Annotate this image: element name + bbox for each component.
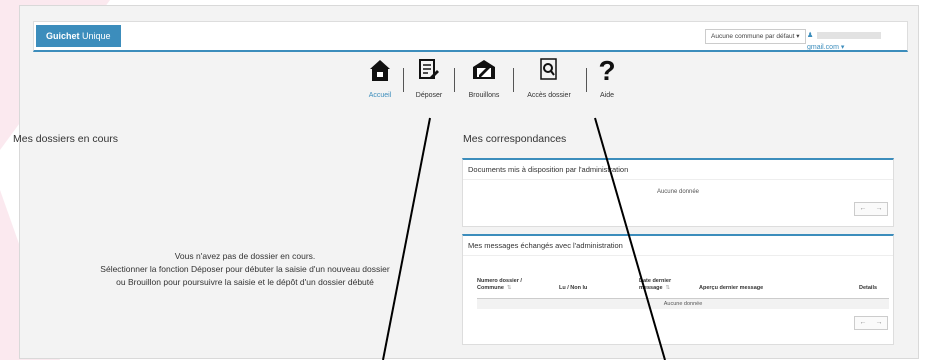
documents-panel-title: Documents mis à disposition par l'admini… <box>463 160 893 180</box>
column-header-details[interactable]: Details <box>859 285 889 292</box>
empty-dossiers-message: Vous n'avez pas de dossier en cours. Sél… <box>55 250 435 289</box>
toolbar-separator <box>586 68 587 92</box>
user-email-suffix: gmail.com <box>807 44 839 51</box>
empty-message-line: Vous n'avez pas de dossier en cours. <box>174 251 316 261</box>
column-header-apercu[interactable]: Aperçu dernier message <box>699 285 809 292</box>
section-title-dossiers: Mes dossiers en cours <box>13 133 119 145</box>
messages-panel-title: Mes messages échangés avec l'administrat… <box>463 236 893 256</box>
brand-bold: Guichet <box>46 31 80 41</box>
toolbar-acces-dossier[interactable]: Accès dossier <box>518 56 580 99</box>
question-mark-icon: ? <box>598 56 615 84</box>
toolbar-label: Accueil <box>368 92 392 99</box>
documents-no-data: Aucune donnée <box>656 189 700 195</box>
document-edit-icon <box>419 59 439 79</box>
chevron-down-icon: ▾ <box>840 44 845 51</box>
documents-panel: Documents mis à disposition par l'admini… <box>462 158 894 227</box>
messages-panel: Mes messages échangés avec l'administrat… <box>462 234 894 345</box>
messages-no-data: Aucune donnée <box>477 299 889 309</box>
toolbar-label: Brouillons <box>468 92 500 99</box>
pager-next-button[interactable]: → <box>876 317 883 329</box>
column-header-date[interactable]: Date dernier message ⇅ <box>639 278 699 292</box>
drafts-folder-icon <box>473 60 495 79</box>
user-icon: ♟ <box>807 32 814 39</box>
user-menu[interactable]: ♟ gmail.com ▾ <box>807 30 907 54</box>
messages-table-header: Numero dossier / Commune ⇅ Lu / Non lu Da… <box>477 276 889 299</box>
sort-icon: ⇅ <box>665 285 671 291</box>
messages-pager: ← → <box>854 316 888 330</box>
pager-prev-button[interactable]: ← <box>860 317 867 329</box>
chevron-down-icon: ▾ <box>796 33 800 40</box>
pager-next-button[interactable]: → <box>876 203 883 215</box>
toolbar-separator <box>403 68 404 92</box>
section-title-correspondances: Mes correspondances <box>463 133 567 145</box>
redacted-email <box>817 31 882 39</box>
toolbar-label: Accès dossier <box>527 92 571 99</box>
top-navbar: Guichet Unique Aucune commune par défaut… <box>33 21 908 52</box>
documents-pager: ← → <box>854 202 888 216</box>
toolbar-deposer[interactable]: Déposer <box>408 56 450 99</box>
toolbar-separator <box>513 68 514 92</box>
brand-tab[interactable]: Guichet Unique <box>36 25 121 47</box>
brand-rest: Unique <box>79 31 111 41</box>
search-document-icon <box>540 58 557 80</box>
commune-select[interactable]: Aucune commune par défaut ▾ <box>705 29 806 44</box>
toolbar-accueil[interactable]: Accueil <box>360 56 400 99</box>
sort-icon: ⇅ <box>506 285 512 291</box>
toolbar-label: Déposer <box>415 92 443 99</box>
empty-message-line: ou Brouillon pour poursuivre la saisie e… <box>116 277 374 287</box>
commune-select-value: Aucune commune par défaut <box>711 33 795 40</box>
column-header-numero[interactable]: Numero dossier / Commune ⇅ <box>477 278 537 292</box>
toolbar-label: Aide <box>599 92 614 99</box>
column-header-lu[interactable]: Lu / Non lu <box>559 285 619 292</box>
svg-text:?: ? <box>598 56 615 84</box>
toolbar-brouillons[interactable]: Brouillons <box>459 56 509 99</box>
empty-message-line: Sélectionner la fonction Déposer pour dé… <box>100 264 390 274</box>
home-icon <box>370 60 390 81</box>
toolbar-aide[interactable]: ? Aide <box>592 56 622 99</box>
pager-prev-button[interactable]: ← <box>860 203 867 215</box>
toolbar-separator <box>454 68 455 92</box>
